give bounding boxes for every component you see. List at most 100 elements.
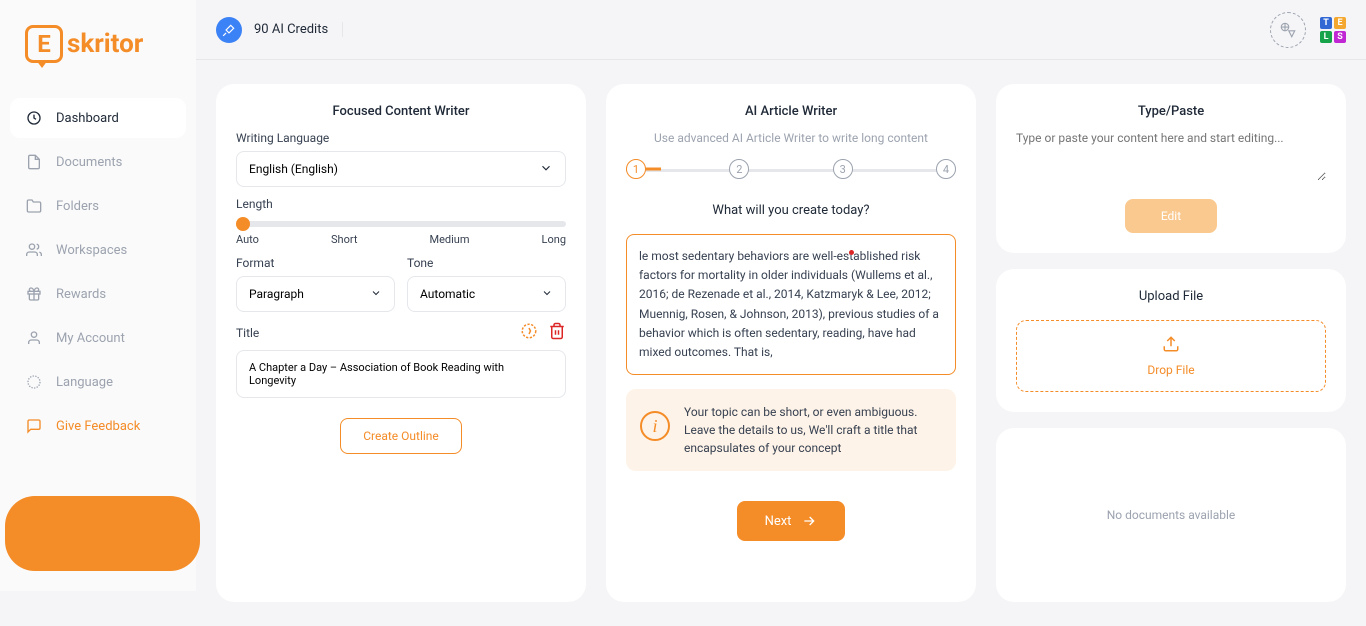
user-icon: [26, 330, 42, 346]
title-input[interactable]: A Chapter a Day – Association of Book Re…: [236, 350, 566, 398]
card-title: Type/Paste: [1016, 104, 1326, 119]
tone-label: Tone: [407, 256, 566, 270]
feedback-icon: [26, 418, 42, 434]
step-3[interactable]: 3: [833, 159, 853, 179]
sidebar-item-label: Rewards: [56, 287, 106, 302]
info-icon: i: [640, 411, 670, 441]
sidebar-item-folders[interactable]: Folders: [10, 186, 186, 226]
chevron-down-icon: [541, 287, 553, 302]
next-label: Next: [765, 514, 792, 529]
app-tile: E: [1334, 17, 1346, 29]
main: 90 AI Credits T E L S Focused Content Wr…: [196, 0, 1366, 591]
sidebar-item-label: Language: [56, 375, 113, 390]
format-select[interactable]: Paragraph: [236, 276, 395, 312]
select-value: Paragraph: [249, 287, 304, 301]
credits-badge[interactable]: 90 AI Credits: [216, 17, 343, 43]
apps-button[interactable]: T E L S: [1320, 17, 1346, 43]
info-box: i Your topic can be short, or even ambig…: [626, 389, 956, 471]
lang-label: Writing Language: [236, 131, 566, 145]
bottom-pill[interactable]: [5, 496, 200, 571]
chevron-down-icon: [539, 161, 553, 178]
logo[interactable]: E skritor: [0, 15, 196, 88]
slider-label: Medium: [429, 233, 469, 246]
step-1[interactable]: 1: [626, 159, 646, 179]
length-slider[interactable]: [236, 221, 566, 227]
sidebar-item-label: Dashboard: [56, 111, 119, 126]
create-outline-button[interactable]: Create Outline: [340, 418, 462, 454]
slider-thumb[interactable]: [236, 217, 250, 231]
app-tile: L: [1320, 31, 1332, 43]
format-label: Format: [236, 256, 395, 270]
translate-button[interactable]: [1270, 12, 1306, 48]
step-2[interactable]: 2: [729, 159, 749, 179]
sidebar-item-account[interactable]: My Account: [10, 318, 186, 358]
logo-text: skritor: [67, 29, 143, 59]
sidebar-item-label: My Account: [56, 331, 125, 346]
sidebar-item-feedback[interactable]: Give Feedback: [10, 406, 186, 446]
next-button[interactable]: Next: [737, 501, 846, 541]
sidebar-item-label: Workspaces: [56, 243, 127, 258]
card-title: AI Article Writer: [626, 104, 956, 119]
topic-text: le most sedentary behaviors are well-est…: [639, 249, 939, 359]
article-writer-card: AI Article Writer Use advanced AI Articl…: [606, 84, 976, 602]
app-tile: T: [1320, 17, 1332, 29]
arrow-right-icon: [801, 513, 817, 529]
nav-menu: Dashboard Documents Folders Workspaces R…: [0, 88, 196, 460]
documents-card: No documents available: [996, 428, 1346, 602]
edit-button[interactable]: Edit: [1125, 199, 1217, 233]
delete-icon[interactable]: [548, 322, 566, 344]
slider-labels: Auto Short Medium Long: [236, 233, 566, 246]
length-label: Length: [236, 197, 566, 211]
document-icon: [26, 154, 42, 170]
select-value: Automatic: [420, 287, 475, 301]
sidebar: E skritor Dashboard Documents Folders W: [0, 0, 196, 591]
drop-zone[interactable]: Drop File: [1016, 320, 1326, 392]
sidebar-item-rewards[interactable]: Rewards: [10, 274, 186, 314]
topbar-right: T E L S: [1270, 12, 1346, 48]
tone-select[interactable]: Automatic: [407, 276, 566, 312]
paste-textarea[interactable]: [1016, 131, 1326, 181]
gift-icon: [26, 286, 42, 302]
dashboard-icon: [26, 110, 42, 126]
title-label: Title: [236, 326, 259, 340]
regenerate-icon[interactable]: [520, 322, 538, 344]
chevron-down-icon: [370, 287, 382, 302]
cursor-dot: [849, 250, 854, 255]
sidebar-item-label: Folders: [56, 199, 99, 214]
upload-icon: [1162, 335, 1180, 353]
sidebar-item-workspaces[interactable]: Workspaces: [10, 230, 186, 270]
logo-icon: E: [25, 25, 63, 63]
select-value: English (English): [249, 162, 338, 176]
sidebar-item-label: Give Feedback: [56, 419, 140, 434]
right-column: Type/Paste Edit Upload File Drop File No…: [996, 84, 1346, 602]
sidebar-item-dashboard[interactable]: Dashboard: [10, 98, 186, 138]
slider-label: Long: [542, 233, 566, 246]
card-title: Upload File: [1016, 289, 1326, 304]
sidebar-item-language[interactable]: Language: [10, 362, 186, 402]
sidebar-item-documents[interactable]: Documents: [10, 142, 186, 182]
stepper: 1 2 3 4: [626, 159, 956, 179]
drop-text: Drop File: [1031, 363, 1311, 377]
upload-card: Upload File Drop File: [996, 269, 1346, 412]
info-text: Your topic can be short, or even ambiguo…: [684, 403, 942, 457]
title-value: A Chapter a Day – Association of Book Re…: [249, 361, 504, 387]
slider-label: Auto: [236, 233, 259, 246]
empty-text: No documents available: [1016, 448, 1326, 582]
card-subtitle: Use advanced AI Article Writer to write …: [626, 131, 956, 145]
focused-writer-card: Focused Content Writer Writing Language …: [216, 84, 586, 602]
magic-icon: [216, 17, 242, 43]
language-icon: [26, 374, 42, 390]
card-title: Focused Content Writer: [236, 104, 566, 119]
credits-text: 90 AI Credits: [254, 22, 343, 37]
sidebar-item-label: Documents: [56, 155, 122, 170]
lang-select[interactable]: English (English): [236, 151, 566, 187]
folder-icon: [26, 198, 42, 214]
step-4[interactable]: 4: [936, 159, 956, 179]
topic-input[interactable]: le most sedentary behaviors are well-est…: [626, 234, 956, 375]
slider-label: Short: [331, 233, 357, 246]
app-tile: S: [1334, 31, 1346, 43]
question: What will you create today?: [626, 203, 956, 218]
content: Focused Content Writer Writing Language …: [196, 60, 1366, 626]
workspace-icon: [26, 242, 42, 258]
type-paste-card: Type/Paste Edit: [996, 84, 1346, 253]
